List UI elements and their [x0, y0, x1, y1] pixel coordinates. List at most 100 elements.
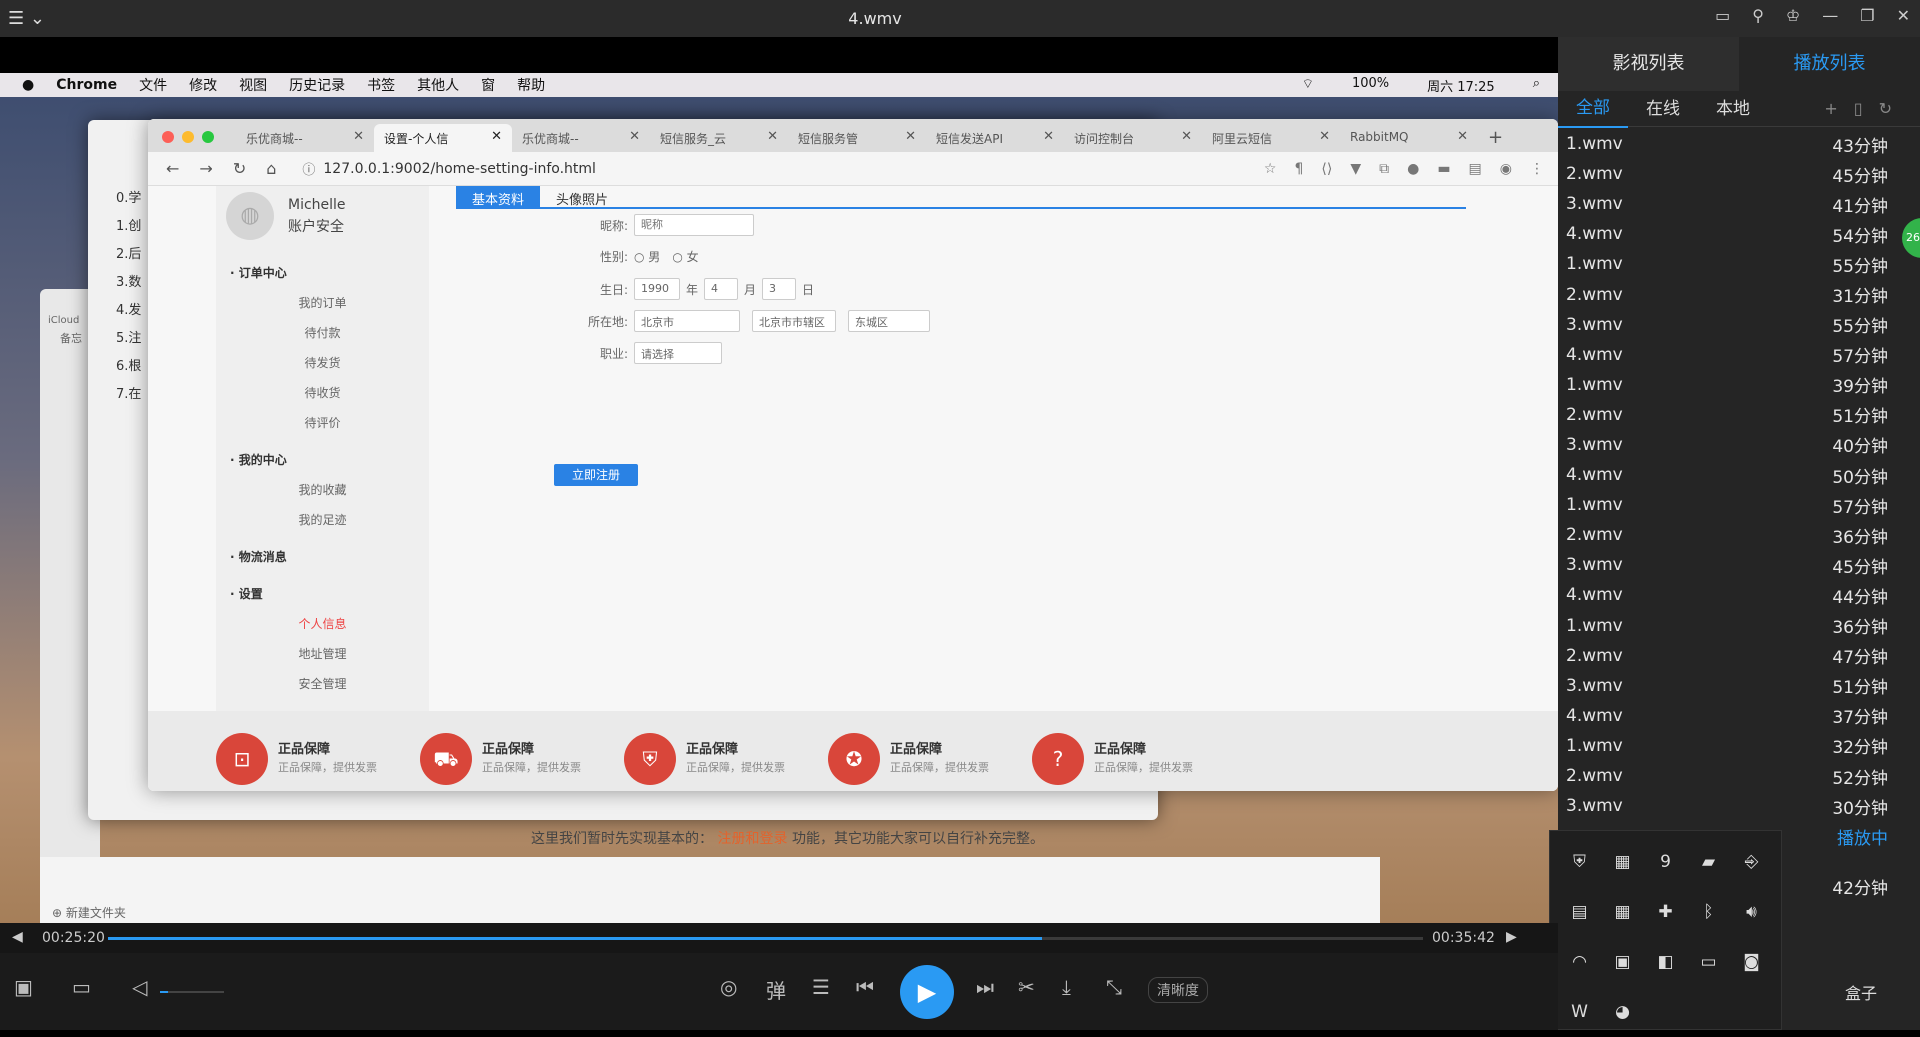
- extension-icon[interactable]: ⧉: [1379, 161, 1389, 177]
- browser-tab[interactable]: 访问控制台 ✕: [1064, 124, 1202, 152]
- playlist-row[interactable]: 4.wmv 57分钟: [1558, 340, 1898, 370]
- browser-tab[interactable]: 短信服务管 ✕: [788, 124, 926, 152]
- danmu-button[interactable]: 弹: [766, 975, 786, 1004]
- playlist-row[interactable]: 1.wmv 57分钟: [1558, 490, 1898, 520]
- day-select[interactable]: 3: [762, 278, 797, 300]
- year-select[interactable]: 1990: [634, 278, 680, 300]
- close-icon[interactable]: ✕: [629, 129, 640, 144]
- close-icon[interactable]: ✕: [1181, 129, 1192, 144]
- pin-icon[interactable]: ⚲: [1752, 6, 1764, 25]
- playlist-row[interactable]: 4.wmv 54分钟: [1558, 219, 1898, 249]
- quality-button[interactable]: 清晰度: [1148, 977, 1208, 1003]
- playlist-row[interactable]: 3.wmv 51分钟: [1558, 671, 1898, 701]
- sidebar-item-footprints[interactable]: 我的足迹: [216, 504, 429, 534]
- next-icon[interactable]: ⏭: [976, 975, 994, 999]
- minimize-icon[interactable]: —: [1822, 6, 1838, 25]
- network-icon[interactable]: ◙: [1730, 937, 1773, 987]
- playlist-row[interactable]: 1.wmv 36分钟: [1558, 611, 1898, 641]
- wifi-icon[interactable]: ◠: [1558, 937, 1601, 987]
- tab-online[interactable]: 在线: [1628, 91, 1698, 127]
- close-icon[interactable]: ✕: [767, 129, 778, 144]
- job-select[interactable]: 请选择: [634, 342, 722, 364]
- playlist-row[interactable]: 2.wmv 52分钟: [1558, 761, 1898, 791]
- extension-icon[interactable]: ●: [1407, 161, 1419, 177]
- playlist-row[interactable]: 3.wmv 55分钟: [1558, 310, 1898, 340]
- new-tab-icon[interactable]: +: [1478, 123, 1513, 152]
- download-icon[interactable]: ⤓: [1062, 975, 1071, 999]
- reload-icon[interactable]: ↻: [233, 159, 246, 178]
- box-button[interactable]: 盒子: [1845, 980, 1877, 1004]
- shield-icon[interactable]: ⛨: [1558, 837, 1601, 887]
- grid-icon[interactable]: ▦: [1601, 887, 1644, 937]
- home-icon[interactable]: ⌂: [266, 159, 276, 178]
- playlist-row[interactable]: 1.wmv 39分钟: [1558, 370, 1898, 400]
- gpu-icon[interactable]: ▰: [1687, 837, 1730, 887]
- tab-film-list[interactable]: 影视列表: [1558, 37, 1739, 91]
- toolbox-icon[interactable]: ▣: [14, 975, 33, 999]
- district-select[interactable]: 东城区: [848, 310, 930, 332]
- loop-icon[interactable]: ↻: [1879, 91, 1892, 127]
- close-icon[interactable]: ✕: [1319, 129, 1330, 144]
- rewind-icon[interactable]: ◀: [12, 929, 23, 945]
- playlist-row[interactable]: 1.wmv 32分钟: [1558, 731, 1898, 761]
- volume-icon[interactable]: ◁: [132, 975, 147, 999]
- playlist-row[interactable]: 1.wmv 55分钟: [1558, 249, 1898, 279]
- city-select[interactable]: 北京市市辖区: [752, 310, 836, 332]
- sidebar-item-unreceived[interactable]: 待收货: [216, 377, 429, 407]
- zoom-dot[interactable]: [202, 131, 214, 143]
- playlist-row[interactable]: 2.wmv 45分钟: [1558, 159, 1898, 189]
- playlist-row[interactable]: 2.wmv 47分钟: [1558, 641, 1898, 671]
- url-field[interactable]: 127.0.0.1:9002/home-setting-info.html: [323, 161, 596, 177]
- previous-icon[interactable]: ⏮: [856, 975, 874, 999]
- close-icon[interactable]: ✕: [1897, 6, 1910, 25]
- browser-tab[interactable]: 短信服务_云 ✕: [650, 124, 788, 152]
- browser-tab[interactable]: 乐优商城-- ✕: [512, 124, 650, 152]
- bluetooth-icon[interactable]: ᛒ: [1687, 887, 1730, 937]
- more-icon[interactable]: ⋮: [1530, 161, 1544, 177]
- month-select[interactable]: 4: [704, 278, 739, 300]
- battery-icon[interactable]: ▭: [1687, 937, 1730, 987]
- chat-icon[interactable]: ▭: [1715, 6, 1730, 25]
- tab-playlist[interactable]: 播放列表: [1739, 37, 1920, 91]
- province-select[interactable]: 北京市: [634, 310, 740, 332]
- sidebar-item-unrated[interactable]: 待评价: [216, 407, 429, 437]
- extension-icon[interactable]: ▼: [1350, 161, 1361, 177]
- account-security-link[interactable]: 账户安全: [288, 216, 346, 238]
- playlist-row[interactable]: 2.wmv 36分钟: [1558, 520, 1898, 550]
- tab-all[interactable]: 全部: [1558, 90, 1628, 128]
- playlist-row[interactable]: 3.wmv 30分钟: [1558, 791, 1898, 821]
- doc-icon[interactable]: ▤: [1558, 887, 1601, 937]
- open-folder-icon[interactable]: ▭: [72, 975, 91, 999]
- close-icon[interactable]: ✕: [353, 129, 364, 144]
- browser-tab[interactable]: RabbitMQ ✕: [1340, 124, 1478, 152]
- eye-icon[interactable]: ◎: [720, 975, 737, 999]
- close-icon[interactable]: ✕: [1043, 129, 1054, 144]
- sidebar-item-security[interactable]: 安全管理: [216, 668, 429, 698]
- sidebar-item-favorites[interactable]: 我的收藏: [216, 474, 429, 504]
- restore-icon[interactable]: ❐: [1860, 6, 1874, 25]
- playlist-row[interactable]: 3.wmv 45分钟: [1558, 550, 1898, 580]
- fast-forward-icon[interactable]: ▶: [1506, 929, 1517, 945]
- playlist-row[interactable]: 4.wmv 50分钟: [1558, 460, 1898, 490]
- nvidia-icon[interactable]: ◧: [1644, 937, 1687, 987]
- extension-icon[interactable]: ¶: [1294, 161, 1303, 177]
- browser-tab[interactable]: 乐优商城-- ✕: [236, 124, 374, 152]
- tab-avatar[interactable]: 头像照片: [540, 186, 624, 208]
- extension-icon[interactable]: ⟨⟩: [1321, 161, 1332, 177]
- sidebar-item-personal-info[interactable]: 个人信息: [216, 608, 429, 638]
- radio-female[interactable]: ○ 女: [672, 248, 698, 265]
- add-icon[interactable]: +: [1824, 91, 1837, 127]
- usb-icon[interactable]: ⎆: [1730, 837, 1773, 887]
- close-dot[interactable]: [162, 131, 174, 143]
- bookmark-star-icon[interactable]: ☆: [1264, 161, 1277, 177]
- sidebar-item-unshipped[interactable]: 待发货: [216, 347, 429, 377]
- playlist-row[interactable]: 2.wmv 31分钟: [1558, 279, 1898, 309]
- info-icon[interactable]: ⓘ: [302, 159, 315, 178]
- extension-icon[interactable]: ▤: [1469, 161, 1482, 177]
- volume-slider[interactable]: [160, 991, 224, 993]
- minimize-dot[interactable]: [182, 131, 194, 143]
- browser-tab[interactable]: 短信发送API ✕: [926, 124, 1064, 152]
- video-area[interactable]: ● Chrome 文件 修改 视图 历史记录 书签 其他人 窗 帮助 ⌔ 100…: [0, 37, 1558, 923]
- playlist-row[interactable]: 1.wmv 43分钟: [1558, 129, 1898, 159]
- nine-icon[interactable]: 9: [1644, 837, 1687, 887]
